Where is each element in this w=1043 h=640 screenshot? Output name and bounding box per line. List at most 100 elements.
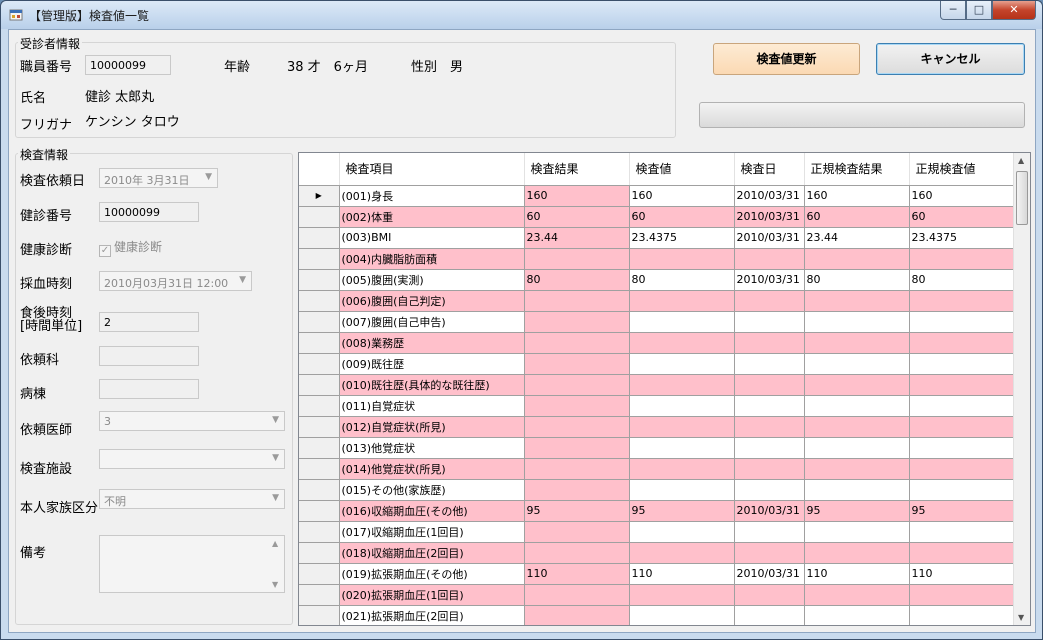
cell-std-result[interactable]: 80: [804, 269, 910, 291]
cell-std-value[interactable]: 23.4375: [909, 227, 1015, 249]
cell-value[interactable]: [629, 311, 735, 333]
cell-result[interactable]: [524, 521, 630, 543]
cell-item[interactable]: (001)身長: [339, 185, 525, 207]
cell-item[interactable]: (018)収縮期血圧(2回目): [339, 542, 525, 564]
blood-time-picker[interactable]: 2010月03月31日 12:00 ▼: [99, 271, 252, 291]
cell-std-value[interactable]: [909, 290, 1015, 312]
cell-value[interactable]: [629, 332, 735, 354]
cell-std-result[interactable]: 160: [804, 185, 910, 207]
cell-std-result[interactable]: [804, 479, 910, 501]
row-header[interactable]: [299, 416, 340, 438]
cell-std-result[interactable]: [804, 332, 910, 354]
cell-std-result[interactable]: [804, 584, 910, 606]
cell-value[interactable]: [629, 437, 735, 459]
table-row[interactable]: (020)拡張期血圧(1回目): [299, 584, 1015, 606]
cell-item[interactable]: (004)内臓脂肪面積: [339, 248, 525, 270]
row-header[interactable]: [299, 332, 340, 354]
cell-result[interactable]: [524, 542, 630, 564]
row-header[interactable]: [299, 542, 340, 564]
cell-result[interactable]: 80: [524, 269, 630, 291]
cell-item[interactable]: (010)既往歴(具体的な既往歴): [339, 374, 525, 396]
cell-std-value[interactable]: [909, 542, 1015, 564]
row-header[interactable]: [299, 395, 340, 417]
diagnosis-checkbox[interactable]: ✓ 健康診断: [99, 238, 162, 257]
cell-date[interactable]: [734, 311, 805, 333]
close-button[interactable]: ✕: [992, 1, 1036, 20]
cell-item[interactable]: (002)体重: [339, 206, 525, 228]
row-header[interactable]: [299, 458, 340, 480]
cell-result[interactable]: [524, 584, 630, 606]
cell-std-result[interactable]: [804, 521, 910, 543]
cell-result[interactable]: 23.44: [524, 227, 630, 249]
cell-std-result[interactable]: 60: [804, 206, 910, 228]
cell-value[interactable]: [629, 584, 735, 606]
cell-value[interactable]: [629, 395, 735, 417]
cell-value[interactable]: 95: [629, 500, 735, 522]
col-header-std-result[interactable]: 正規検査結果: [804, 153, 910, 186]
cell-item[interactable]: (005)腹囲(実測): [339, 269, 525, 291]
cell-result[interactable]: [524, 395, 630, 417]
table-row[interactable]: (010)既往歴(具体的な既往歴): [299, 374, 1015, 396]
cell-value[interactable]: [629, 248, 735, 270]
meal-time-field[interactable]: 2: [99, 312, 199, 332]
row-header[interactable]: [299, 353, 340, 375]
cell-date[interactable]: 2010/03/31: [734, 206, 805, 228]
cell-std-value[interactable]: [909, 416, 1015, 438]
table-row[interactable]: (004)内臓脂肪面積: [299, 248, 1015, 270]
cell-std-result[interactable]: 95: [804, 500, 910, 522]
cell-std-result[interactable]: [804, 374, 910, 396]
table-row[interactable]: (013)他覚症状: [299, 437, 1015, 459]
cell-item[interactable]: (008)業務歴: [339, 332, 525, 354]
table-row[interactable]: (019)拡張期血圧(その他) 110 110 2010/03/31 110 110: [299, 563, 1015, 585]
cell-date[interactable]: [734, 479, 805, 501]
cell-item[interactable]: (007)腹囲(自己申告): [339, 311, 525, 333]
cell-std-result[interactable]: [804, 290, 910, 312]
table-row[interactable]: (011)自覚症状: [299, 395, 1015, 417]
row-header[interactable]: [299, 605, 340, 625]
table-row[interactable]: (008)業務歴: [299, 332, 1015, 354]
cancel-button[interactable]: キャンセル: [876, 43, 1025, 75]
cell-date[interactable]: 2010/03/31: [734, 563, 805, 585]
table-row[interactable]: (007)腹囲(自己申告): [299, 311, 1015, 333]
cell-result[interactable]: 95: [524, 500, 630, 522]
request-date-picker[interactable]: 2010年 3月31日 ▼: [99, 168, 218, 188]
cell-item[interactable]: (009)既往歴: [339, 353, 525, 375]
cell-std-result[interactable]: [804, 311, 910, 333]
cell-std-value[interactable]: [909, 248, 1015, 270]
cell-std-result[interactable]: [804, 458, 910, 480]
cell-value[interactable]: 110: [629, 563, 735, 585]
cell-std-result[interactable]: 110: [804, 563, 910, 585]
cell-value[interactable]: [629, 521, 735, 543]
cell-date[interactable]: [734, 374, 805, 396]
cell-std-value[interactable]: 110: [909, 563, 1015, 585]
doctor-select[interactable]: 3 ▼: [99, 411, 285, 431]
cell-std-result[interactable]: [804, 416, 910, 438]
table-row[interactable]: (021)拡張期血圧(2回目): [299, 605, 1015, 625]
cell-std-value[interactable]: 80: [909, 269, 1015, 291]
cell-value[interactable]: 60: [629, 206, 735, 228]
scroll-down-icon[interactable]: ▼: [1018, 613, 1024, 622]
maximize-button[interactable]: □: [966, 1, 992, 20]
table-row[interactable]: (014)他覚症状(所見): [299, 458, 1015, 480]
cell-std-result[interactable]: [804, 542, 910, 564]
cell-value[interactable]: [629, 458, 735, 480]
cell-std-value[interactable]: [909, 521, 1015, 543]
cell-date[interactable]: [734, 353, 805, 375]
cell-date[interactable]: [734, 332, 805, 354]
table-row[interactable]: (003)BMI 23.44 23.4375 2010/03/31 23.44 23.43…: [299, 227, 1015, 249]
cell-date[interactable]: [734, 395, 805, 417]
facility-select[interactable]: ▼: [99, 449, 285, 469]
col-header-std-value[interactable]: 正規検査値: [909, 153, 1015, 186]
cell-date[interactable]: [734, 437, 805, 459]
cell-date[interactable]: [734, 290, 805, 312]
scroll-thumb[interactable]: [1016, 171, 1028, 225]
cell-result[interactable]: [524, 458, 630, 480]
cell-date[interactable]: [734, 248, 805, 270]
cell-std-result[interactable]: [804, 605, 910, 625]
dept-field[interactable]: [99, 346, 199, 366]
row-header[interactable]: [299, 500, 340, 522]
cell-date[interactable]: 2010/03/31: [734, 500, 805, 522]
cell-item[interactable]: (019)拡張期血圧(その他): [339, 563, 525, 585]
cell-item[interactable]: (014)他覚症状(所見): [339, 458, 525, 480]
col-header-result[interactable]: 検査結果: [524, 153, 630, 186]
